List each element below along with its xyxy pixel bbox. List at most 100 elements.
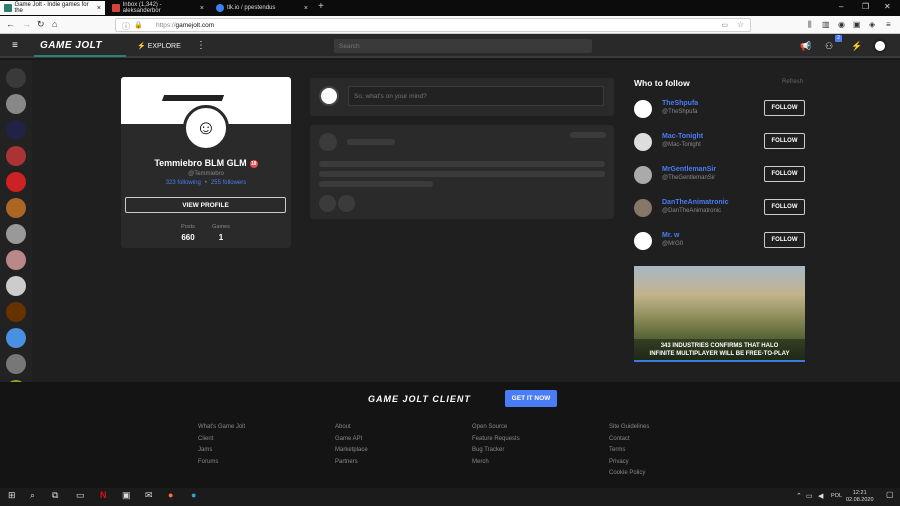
following-link[interactable]: 323 following [166, 180, 201, 186]
new-tab-icon[interactable]: + [318, 1, 324, 12]
friends-icon[interactable]: ⚇ [825, 41, 833, 52]
volume-icon[interactable]: ◀ [818, 492, 823, 500]
netflix-icon[interactable]: N [100, 490, 107, 500]
tab-gamejolt[interactable]: Game Jolt - Indie games for the × [0, 1, 105, 15]
firefox-icon[interactable]: ● [168, 490, 173, 500]
user-name[interactable]: MrGentlemanSir [662, 166, 716, 173]
file-explorer-icon[interactable]: ▭ [76, 490, 85, 501]
extension-icon[interactable]: ▣ [853, 20, 861, 29]
game-shortcut-icon[interactable] [6, 172, 26, 192]
footer-link[interactable]: Forums [198, 459, 245, 471]
edge-icon[interactable]: ● [191, 490, 196, 500]
footer-link[interactable]: Jams [198, 447, 245, 459]
profile-name[interactable]: Temmiebro BLM GLM 18 [121, 158, 291, 168]
game-shortcut-icon[interactable] [6, 250, 26, 270]
follow-button[interactable]: FOLLOW [764, 100, 805, 116]
window-close-icon[interactable]: ✕ [884, 2, 891, 11]
footer-link[interactable]: Cookie Policy [609, 470, 649, 482]
footer-link[interactable]: Marketplace [335, 447, 368, 459]
notifications-icon[interactable]: ▢ [886, 490, 894, 499]
hamburger-menu-icon[interactable]: ≡ [12, 40, 18, 51]
close-tab-icon[interactable]: × [200, 5, 204, 12]
follow-button[interactable]: FOLLOW [764, 232, 805, 248]
system-clock[interactable]: 12:21 02.08.2020 [846, 490, 874, 504]
footer-link[interactable]: About [335, 424, 368, 436]
user-name[interactable]: DanTheAnimatronic [662, 199, 729, 206]
megaphone-icon[interactable]: 📢 [800, 41, 811, 52]
game-shortcut-icon[interactable] [6, 354, 26, 374]
tray-chevron-icon[interactable]: ⌃ [796, 492, 802, 500]
game-shortcut-icon[interactable] [6, 146, 26, 166]
close-tab-icon[interactable]: × [97, 5, 101, 12]
back-icon[interactable]: ← [6, 19, 15, 29]
game-shortcut-icon[interactable] [6, 276, 26, 296]
footer-link[interactable]: Partners [335, 459, 368, 471]
lock-icon[interactable]: 🔒 [134, 21, 143, 29]
language-indicator[interactable]: POL [831, 493, 842, 499]
footer-link[interactable]: Open Source [472, 424, 520, 436]
home-icon[interactable]: ⌂ [52, 19, 57, 29]
account-icon[interactable]: ◉ [838, 20, 845, 29]
tab-inbox[interactable]: Inbox (1,342) - aleksanderbor × [108, 1, 208, 15]
followers-link[interactable]: 255 followers [211, 180, 246, 186]
task-view-icon[interactable]: ⧉ [52, 490, 58, 501]
gamejolt-logo[interactable]: GAME JOLT [40, 40, 102, 51]
refresh-link[interactable]: Refresh [782, 79, 803, 85]
network-icon[interactable]: ▭ [806, 492, 813, 500]
menu-icon[interactable]: ≡ [886, 20, 891, 29]
maximize-icon[interactable]: ❐ [862, 2, 869, 11]
user-avatar[interactable] [634, 133, 652, 151]
reader-mode-icon[interactable]: ▭ [721, 21, 728, 29]
ad-banner[interactable]: 343 INDUSTRIES CONFIRMS THAT HALO INFINI… [634, 266, 805, 362]
footer-link[interactable]: Client [198, 436, 245, 448]
user-avatar[interactable] [634, 166, 652, 184]
game-shortcut-icon[interactable] [6, 198, 26, 218]
footer-link[interactable]: Feature Requests [472, 436, 520, 448]
footer-link[interactable]: Contact [609, 436, 649, 448]
post-input[interactable] [348, 86, 604, 106]
reload-icon[interactable]: ↻ [37, 19, 45, 30]
user-name[interactable]: Mac-Tonight [662, 133, 703, 140]
mail-icon[interactable]: ✉ [145, 490, 153, 501]
user-name[interactable]: Mr. w [662, 232, 680, 239]
game-shortcut-icon[interactable] [6, 302, 26, 322]
user-avatar[interactable] [634, 199, 652, 217]
follow-button[interactable]: FOLLOW [764, 133, 805, 149]
game-shortcut-icon[interactable] [6, 94, 26, 114]
extension-icon[interactable]: ◈ [869, 20, 875, 29]
game-shortcut-icon[interactable] [6, 120, 26, 140]
user-name[interactable]: TheShpufa [662, 100, 698, 107]
footer-link[interactable]: Terms [609, 447, 649, 459]
game-shortcut-icon[interactable] [6, 224, 26, 244]
profile-avatar[interactable]: ☺ [183, 105, 229, 151]
more-options-icon[interactable]: ⋮ [196, 40, 206, 51]
explore-link[interactable]: ⚡ EXPLORE [137, 42, 181, 50]
footer-link[interactable]: Bug Tracker [472, 447, 520, 459]
user-avatar[interactable] [873, 39, 887, 53]
game-shortcut-icon[interactable] [6, 328, 26, 348]
url-bar[interactable]: ⓘ 🔒 https://gamejolt.com ▭ ☆ [115, 18, 751, 32]
search-icon[interactable]: ⌕ [30, 490, 35, 501]
view-profile-button[interactable]: VIEW PROFILE [125, 197, 286, 213]
bookmark-star-icon[interactable]: ☆ [737, 20, 744, 29]
windows-start-icon[interactable]: ⊞ [8, 490, 16, 501]
get-it-now-button[interactable]: GET IT NOW [505, 390, 557, 407]
minimize-icon[interactable]: – [839, 2, 843, 11]
search-input[interactable] [334, 39, 592, 53]
footer-link[interactable]: Merch [472, 459, 520, 471]
footer-link[interactable]: What's Game Jolt [198, 424, 245, 436]
tab-tlkio[interactable]: tlk.io / ppestendus × [212, 1, 312, 15]
user-avatar[interactable] [634, 100, 652, 118]
follow-button[interactable]: FOLLOW [764, 199, 805, 215]
site-info-icon[interactable]: ⓘ [122, 21, 130, 32]
footer-link[interactable]: Site Guidelines [609, 424, 649, 436]
library-icon[interactable]: ⫼ [808, 20, 812, 30]
close-tab-icon[interactable]: × [304, 5, 308, 12]
footer-link[interactable]: Privacy [609, 459, 649, 471]
bolt-activity-icon[interactable]: ⚡ [851, 41, 862, 52]
home-feed-icon[interactable] [6, 68, 26, 88]
store-icon[interactable]: ▣ [122, 490, 131, 501]
sidebar-toggle-icon[interactable]: ▥ [822, 20, 830, 29]
follow-button[interactable]: FOLLOW [764, 166, 805, 182]
forward-icon[interactable]: → [22, 19, 31, 29]
